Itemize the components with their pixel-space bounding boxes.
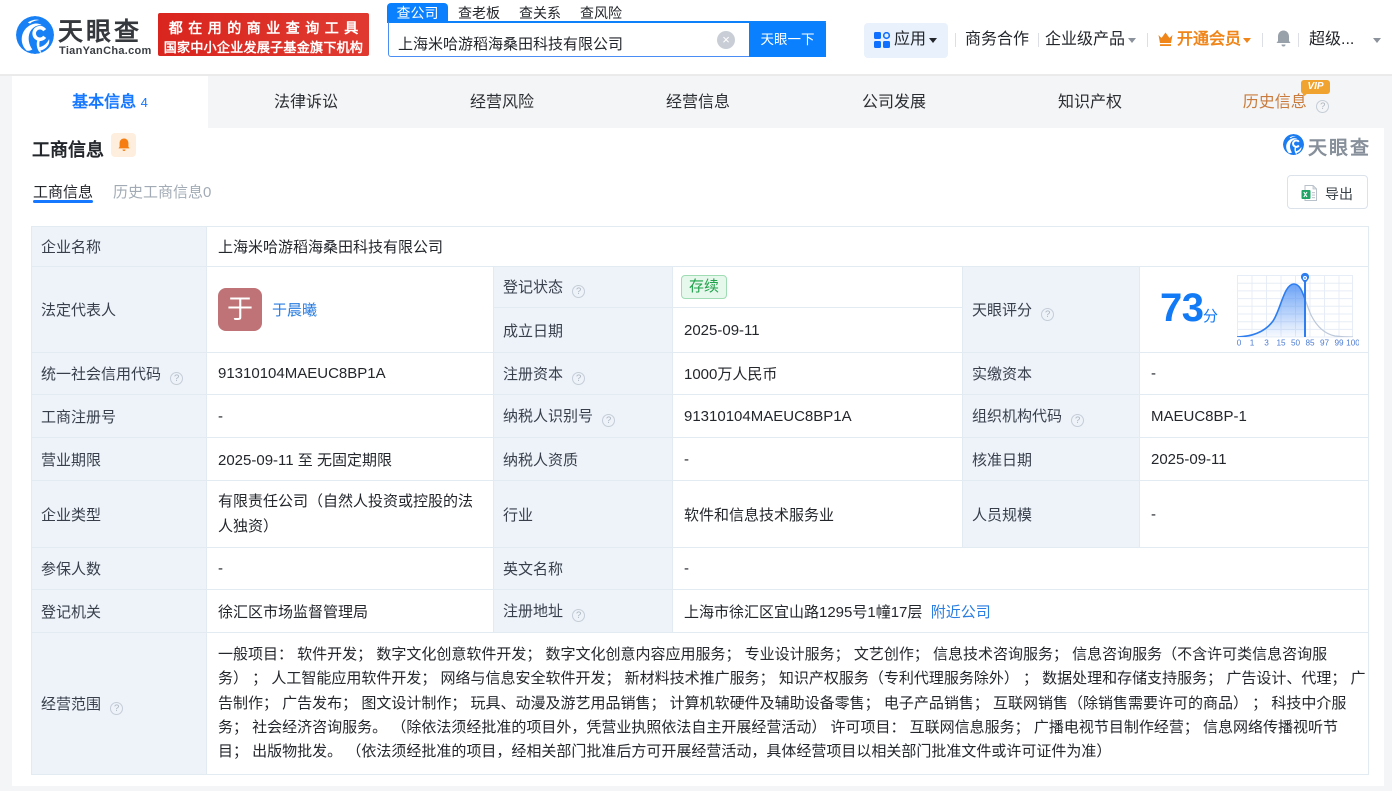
svg-text:85: 85 xyxy=(1305,339,1315,348)
svg-text:99: 99 xyxy=(1334,339,1344,348)
svg-text:0: 0 xyxy=(1237,339,1242,348)
svg-text:97: 97 xyxy=(1320,339,1330,348)
svg-text:100: 100 xyxy=(1346,339,1359,348)
svg-text:50: 50 xyxy=(1291,339,1301,348)
svg-text:15: 15 xyxy=(1276,339,1286,348)
svg-text:1: 1 xyxy=(1250,339,1255,348)
svg-text:3: 3 xyxy=(1264,339,1269,348)
